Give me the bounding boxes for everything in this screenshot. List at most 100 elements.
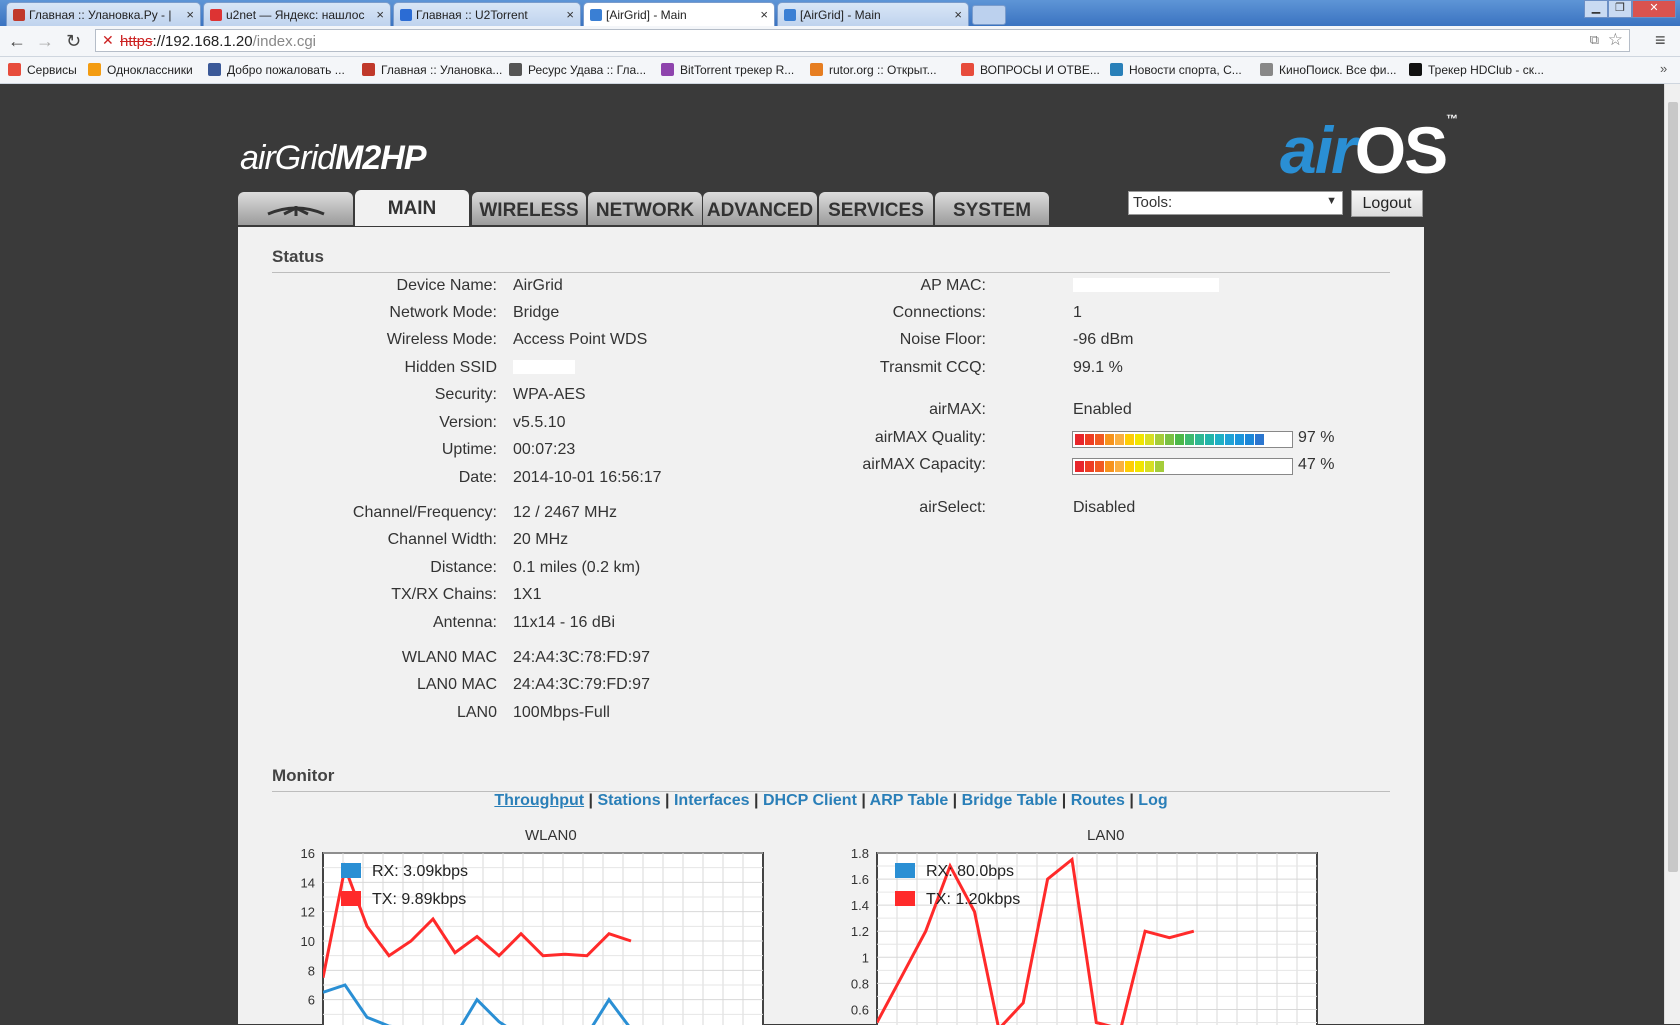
bookmark-item[interactable]: Трекер HDClub - ск...	[1409, 63, 1544, 77]
nav-tab-main[interactable]: MAIN	[355, 190, 469, 226]
status-value: 1X1	[513, 586, 541, 604]
browser-tab[interactable]: u2net — Яндекс: нашлос ×	[203, 2, 391, 26]
close-tab-icon[interactable]: ×	[566, 7, 574, 22]
monitor-title: Monitor	[272, 766, 334, 786]
meter-segment	[1125, 434, 1134, 445]
status-value	[1073, 277, 1219, 295]
ssl-error-icon[interactable]: ✕	[102, 32, 114, 49]
bookmark-item[interactable]: rutor.org :: Открыт...	[810, 63, 937, 77]
url-path: /index.cgi	[253, 33, 316, 50]
minimize-button[interactable]: ▁	[1584, 0, 1608, 18]
monitor-link-dhcp-client[interactable]: DHCP Client	[763, 792, 857, 809]
bookmark-item[interactable]: Одноклассники	[88, 63, 193, 77]
browser-tab[interactable]: Главная :: Улановка.Ру - | ×	[6, 2, 201, 26]
bookmark-item[interactable]: Сервисы	[8, 63, 77, 77]
lan0-throughput-chart: 1.81.61.41.210.80.6RX: 80.0bpsTX: 1.20kb…	[822, 845, 1362, 1025]
status-label: airMAX:	[766, 401, 986, 419]
meter-segment	[1245, 434, 1254, 445]
page-scrollbar[interactable]	[1664, 84, 1680, 1024]
monitor-link-routes[interactable]: Routes	[1071, 792, 1125, 809]
close-tab-icon[interactable]: ×	[760, 7, 768, 22]
monitor-link-throughput[interactable]: Throughput	[494, 792, 584, 809]
link-separator: |	[661, 792, 674, 809]
monitor-link-arp-table[interactable]: ARP Table	[870, 792, 949, 809]
bookmark-label: ВОПРОСЫ И ОТВЕ...	[980, 63, 1100, 77]
nav-tab-services[interactable]: SERVICES	[819, 192, 933, 225]
logout-button[interactable]: Logout	[1351, 190, 1423, 217]
status-value: Disabled	[1073, 499, 1135, 517]
meter-segment	[1115, 434, 1124, 445]
tab-favicon-icon	[210, 9, 222, 21]
status-label: Network Mode:	[265, 304, 497, 322]
nav-tab-wireless[interactable]: WIRELESS	[472, 192, 586, 225]
status-value: 11x14 - 16 dBi	[513, 614, 615, 632]
monitor-link-log[interactable]: Log	[1138, 792, 1167, 809]
bookmark-item[interactable]: КиноПоиск. Все фи...	[1260, 63, 1397, 77]
reload-icon[interactable]: ↻	[66, 31, 81, 52]
status-label: AP MAC:	[766, 277, 986, 295]
bookmark-item[interactable]: Новости спорта, С...	[1110, 63, 1242, 77]
new-tab-button[interactable]	[972, 5, 1006, 25]
close-tab-icon[interactable]: ×	[186, 7, 194, 22]
status-value: Enabled	[1073, 401, 1132, 419]
menu-icon[interactable]: ≡	[1655, 30, 1666, 51]
bookmark-item[interactable]: BitTorrent трекер R...	[661, 63, 794, 77]
status-value: 2014-10-01 16:56:17	[513, 469, 662, 487]
status-label: Security:	[265, 386, 497, 404]
close-tab-icon[interactable]: ×	[376, 7, 384, 22]
status-label: Channel Width:	[265, 531, 497, 549]
close-window-button[interactable]: ✕	[1632, 0, 1676, 18]
y-tick-label: 14	[301, 875, 315, 890]
logo-prefix: air	[240, 139, 275, 177]
tools-select[interactable]: Tools: ▼	[1128, 191, 1343, 215]
bookmark-item[interactable]: Добро пожаловать ...	[208, 63, 345, 77]
browser-tab[interactable]: Главная :: U2Torrent×	[393, 2, 581, 26]
redacted-value	[513, 360, 575, 374]
status-value: 24:A4:3C:78:FD:97	[513, 649, 650, 667]
status-title: Status	[272, 247, 324, 267]
bookmarks-overflow-icon[interactable]: »	[1660, 61, 1667, 76]
bookmark-label: Ресурс Удава :: Гла...	[528, 63, 646, 77]
monitor-link-stations[interactable]: Stations	[597, 792, 660, 809]
close-tab-icon[interactable]: ×	[954, 7, 962, 22]
link-separator: |	[584, 792, 597, 809]
browser-tab[interactable]: [AirGrid] - Main×	[777, 2, 969, 26]
status-value: Bridge	[513, 304, 559, 322]
bookmark-favicon-icon	[88, 63, 101, 76]
meter-segment	[1175, 434, 1184, 445]
bookmark-label: BitTorrent трекер R...	[680, 63, 794, 77]
bookmark-star-icon[interactable]: ☆	[1608, 30, 1623, 50]
signal-meter	[1072, 431, 1293, 448]
nav-tab-network[interactable]: NETWORK	[588, 192, 702, 225]
bookmarks-bar: Сервисы Одноклассники Добро пожаловать ...…	[0, 57, 1680, 84]
status-value: 0.1 miles (0.2 km)	[513, 559, 640, 577]
status-value: WPA-AES	[513, 386, 586, 404]
logo-name: Grid	[275, 139, 335, 177]
status-label: Date:	[265, 469, 497, 487]
ubnt-logo-tab[interactable]	[238, 192, 353, 225]
nav-tab-advanced[interactable]: ADVANCED	[703, 192, 817, 225]
browser-tab[interactable]: [AirGrid] - Main×	[583, 2, 775, 26]
monitor-link-bridge-table[interactable]: Bridge Table	[962, 792, 1058, 809]
y-tick-label: 1.2	[851, 924, 869, 939]
address-bar[interactable]: ✕ https://192.168.1.20/index.cgi ⧉ ☆	[95, 29, 1630, 52]
bookmark-item[interactable]: ВОПРОСЫ И ОТВЕ...	[961, 63, 1100, 77]
monitor-link-interfaces[interactable]: Interfaces	[674, 792, 750, 809]
tab-title: u2net — Яндекс: нашлос	[226, 8, 364, 22]
bookmark-item[interactable]: Ресурс Удава :: Гла...	[509, 63, 646, 77]
nav-tab-system[interactable]: SYSTEM	[935, 192, 1049, 225]
logo-model: M2HP	[335, 139, 425, 177]
meter-segment	[1115, 461, 1124, 472]
scrollbar-thumb[interactable]	[1668, 102, 1678, 872]
monitor-links: Throughput | Stations | Interfaces | DHC…	[238, 792, 1424, 810]
maximize-button[interactable]: ❐	[1608, 0, 1632, 18]
meter-segment	[1255, 434, 1264, 445]
back-icon[interactable]: ←	[8, 31, 26, 52]
status-label: airMAX Quality:	[766, 429, 986, 447]
translate-icon[interactable]: ⧉	[1590, 32, 1599, 48]
bookmark-item[interactable]: Главная :: Улановка...	[362, 63, 502, 77]
y-tick-label: 1.4	[851, 898, 869, 913]
forward-icon[interactable]: →	[36, 31, 54, 52]
chart-title-wlan0: WLAN0	[525, 827, 577, 844]
tab-title: Главная :: Улановка.Ру - |	[29, 8, 172, 22]
